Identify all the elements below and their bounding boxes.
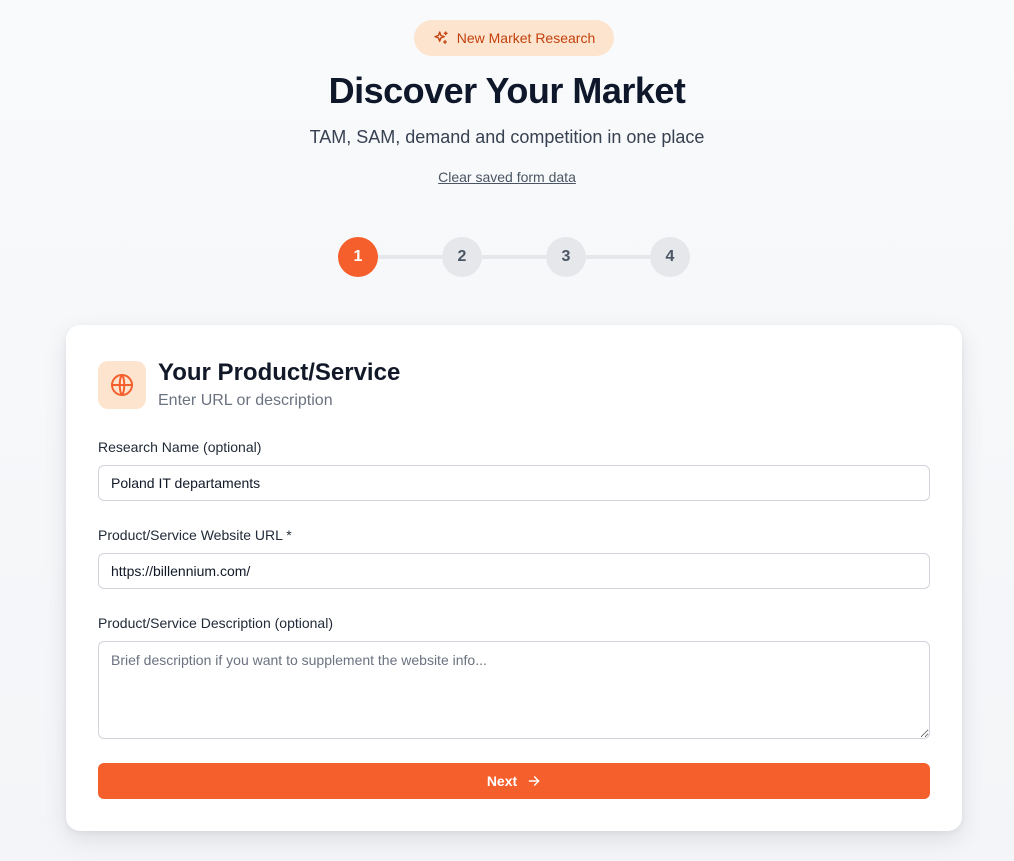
product-service-card: Your Product/Service Enter URL or descri… — [66, 325, 962, 831]
step-4[interactable]: 4 — [650, 237, 690, 277]
description-label: Product/Service Description (optional) — [98, 615, 333, 631]
next-button[interactable]: Next — [98, 763, 930, 799]
website-url-input[interactable] — [98, 553, 930, 589]
new-research-badge: New Market Research — [414, 20, 614, 56]
page-title: Discover Your Market — [328, 70, 686, 111]
website-url-label: Product/Service Website URL * — [98, 527, 292, 543]
next-button-label: Next — [486, 773, 518, 789]
arrow-right-icon — [527, 774, 541, 788]
step-1[interactable]: 1 — [338, 237, 378, 277]
step-connector — [482, 255, 546, 259]
step-2[interactable]: 2 — [442, 237, 482, 277]
card-icon-container — [98, 361, 146, 409]
clear-saved-data-link[interactable]: Clear saved form data — [438, 169, 576, 185]
globe-icon — [110, 373, 134, 397]
research-name-label: Research Name (optional) — [98, 439, 262, 455]
step-connector — [378, 255, 442, 259]
research-name-input[interactable] — [98, 465, 930, 501]
description-textarea[interactable] — [98, 641, 930, 739]
sparkles-icon — [433, 30, 449, 46]
page-subtitle: TAM, SAM, demand and competition in one … — [309, 127, 705, 147]
step-3[interactable]: 3 — [546, 237, 586, 277]
stepper: 1 2 3 4 — [338, 237, 690, 277]
card-title: Your Product/Service — [158, 359, 401, 386]
badge-label: New Market Research — [456, 30, 596, 46]
card-subtitle: Enter URL or description — [158, 392, 333, 409]
step-connector — [586, 255, 650, 259]
clear-link-wrapper: Clear saved form data — [0, 169, 1014, 185]
